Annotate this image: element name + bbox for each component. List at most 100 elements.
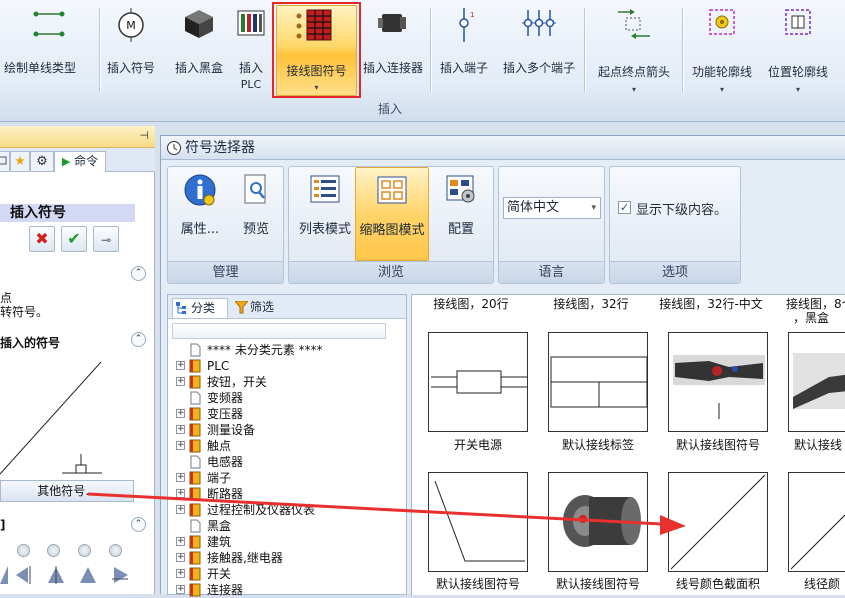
connector-icon	[378, 14, 406, 32]
thumb-caption: 线号颜色截面积	[675, 577, 760, 591]
list-mode-button[interactable]: 列表模式	[293, 171, 357, 237]
mirror-up-icon[interactable]	[46, 564, 66, 586]
insert-group-label: 插入	[377, 102, 402, 116]
insert-plc-button[interactable]: 插入 PLC	[234, 2, 268, 96]
expand-icon[interactable]: +	[176, 489, 185, 498]
collapse-icon[interactable]: ⌃	[131, 517, 146, 532]
expand-icon[interactable]: +	[176, 505, 185, 514]
expand-icon[interactable]: +	[176, 409, 185, 418]
tree-item[interactable]: + 建筑	[174, 534, 404, 550]
expand-icon[interactable]: +	[176, 585, 185, 594]
tree-item[interactable]: 电感器	[174, 454, 404, 470]
insert-multi-terminal-button[interactable]: 插入多个端子	[496, 2, 582, 96]
tab-settings[interactable]: ⚙	[30, 151, 54, 171]
tab-filter[interactable]: 筛选	[232, 298, 292, 318]
config-label: 配置	[447, 222, 474, 237]
confirm-button[interactable]: ✔	[61, 226, 87, 252]
thumbnail-default-label[interactable]	[548, 332, 648, 432]
radio-option[interactable]	[109, 544, 122, 557]
location-outline-button[interactable]: 位置轮廓线 ▾	[760, 2, 836, 96]
tree-item[interactable]: + PLC	[174, 358, 404, 374]
multi-terminal-icon	[522, 10, 556, 36]
tree-item[interactable]: + 连接器	[174, 582, 404, 598]
selector-title: 符号选择器	[185, 140, 255, 156]
expand-icon[interactable]: +	[176, 361, 185, 370]
insert-connector-button[interactable]: 插入连接器	[358, 2, 428, 96]
tree-item[interactable]: + 端子	[174, 470, 404, 486]
book-folder-icon	[189, 535, 201, 549]
cancel-button[interactable]: ✖	[29, 226, 55, 252]
thumb-caption: 开关电源	[453, 438, 502, 452]
language-select[interactable]: 简体中文 ▾	[503, 197, 601, 219]
collapse-icon[interactable]: ⌃	[131, 332, 146, 347]
tab-command[interactable]: ▶ 命令	[54, 151, 106, 172]
radio-option[interactable]	[17, 544, 30, 557]
tab-category[interactable]: 分类	[172, 298, 228, 318]
chevron-down-icon: ▾	[795, 85, 800, 94]
insert-blackbox-button[interactable]: 插入黑盒	[163, 2, 235, 96]
tree-item[interactable]: + 按钮，开关	[174, 374, 404, 390]
thumbnail-wire-diameter-partial[interactable]	[788, 472, 845, 572]
thumbnail-wire-color-section[interactable]	[668, 472, 768, 572]
function-outline-button[interactable]: 功能轮廓线 ▾	[684, 2, 760, 96]
expand-icon[interactable]: +	[176, 569, 185, 578]
tree-item[interactable]: 变频器	[174, 390, 404, 406]
expand-icon[interactable]: +	[176, 441, 185, 450]
tab-favorites[interactable]: ★	[10, 151, 30, 171]
tree-item[interactable]: + 触点	[174, 438, 404, 454]
thumbnail-panel: 接线图，20行 接线图，32行 接线图，32行-中文 接线图，8个 ，黑盒	[411, 294, 845, 595]
tree-item[interactable]: + 断路器	[174, 486, 404, 502]
expand-icon[interactable]: +	[176, 377, 185, 386]
rotate-left-icon[interactable]	[14, 564, 34, 586]
radio-option[interactable]	[78, 544, 91, 557]
thumbnail-default-wiring-partial[interactable]	[788, 332, 845, 432]
tree-item[interactable]: + 变压器	[174, 406, 404, 422]
properties-button[interactable]: 属性...	[172, 171, 228, 237]
symbol-preview	[0, 361, 134, 482]
tree-item-label: 接触器,继电器	[207, 551, 283, 565]
group-manage-label: 管理	[168, 261, 283, 283]
tree-item[interactable]: + 开关	[174, 566, 404, 582]
draw-single-line-type-button[interactable]: 绘制单线类型	[0, 2, 98, 96]
thumbnail-default-wiring-3[interactable]	[548, 472, 648, 572]
group-language: 简体中文 ▾ 语言	[498, 166, 605, 284]
tree-item[interactable]: 黑盒	[174, 518, 404, 534]
preview-icon	[244, 174, 266, 204]
document-icon	[190, 391, 201, 405]
list-mode-icon	[310, 175, 340, 203]
insert-symbol-button[interactable]: M 插入符号	[101, 2, 161, 96]
tree-icon	[176, 302, 186, 314]
expand-icon[interactable]: +	[176, 537, 185, 546]
other-symbols-button[interactable]: 其他符号...	[0, 480, 134, 502]
thumb-top-label: 接线图，32行	[553, 297, 629, 311]
tree-item[interactable]: + 接触器,继电器	[174, 550, 404, 566]
expand-icon[interactable]: +	[176, 425, 185, 434]
tree-item[interactable]: **** 未分类元素 ****	[174, 342, 404, 358]
pin-panel-button[interactable]: ⊸	[93, 226, 119, 252]
pin-icon[interactable]: ⊣	[139, 129, 149, 142]
insert-terminal-button[interactable]: 1 插入端子	[432, 2, 496, 96]
thumbnail-mode-button[interactable]: 缩略图模式	[355, 167, 429, 261]
expand-icon[interactable]: +	[176, 473, 185, 482]
mirror-up-alt-icon[interactable]	[78, 564, 98, 586]
book-folder-icon	[189, 359, 201, 373]
config-button[interactable]: 配置	[431, 171, 491, 237]
thumbnail-default-wiring-2[interactable]	[428, 472, 528, 572]
selector-icon	[167, 141, 181, 155]
thumbnail-default-wiring-1[interactable]	[668, 332, 768, 432]
preview-button[interactable]: 预览	[230, 171, 282, 237]
rotate-right-icon[interactable]	[110, 564, 130, 586]
insert-plc-label-1: 插入	[238, 61, 263, 75]
thumbnail-switch-power[interactable]	[428, 332, 528, 432]
tab-partial[interactable]	[0, 151, 10, 171]
radio-option[interactable]	[47, 544, 60, 557]
tree-item[interactable]: + 过程控制及仪器仪表	[174, 502, 404, 518]
collapse-icon[interactable]: ⌃	[131, 266, 146, 281]
show-sublevel-checkbox[interactable]: ✓	[618, 201, 631, 214]
book-folder-icon	[189, 567, 201, 581]
tree-item[interactable]: + 测量设备	[174, 422, 404, 438]
expand-icon[interactable]: +	[176, 553, 185, 562]
group-browse: 列表模式 缩略图模式 配置 浏览	[288, 166, 494, 284]
close-icon: ✖	[35, 229, 49, 248]
start-end-arrow-button[interactable]: 起点终点箭头 ▾	[588, 2, 680, 96]
